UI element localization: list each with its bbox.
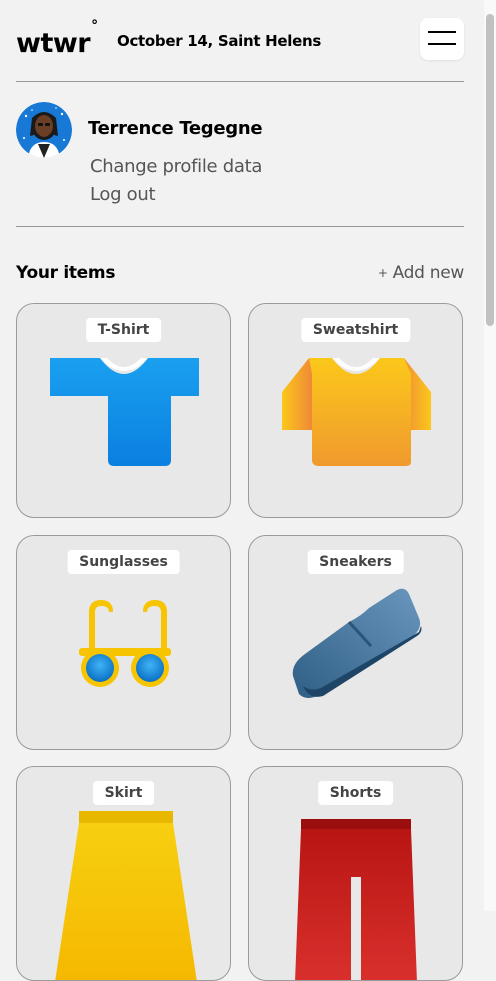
logo-mark: ° (91, 18, 98, 34)
profile-divider (16, 226, 464, 227)
item-card-label: Shorts (317, 781, 394, 805)
item-card-label: T-Shirt (85, 318, 162, 342)
scrollbar-thumb[interactable] (486, 14, 494, 326)
item-card-sneakers[interactable]: Sneakers (248, 535, 463, 750)
change-profile-link[interactable]: Change profile data (90, 156, 262, 177)
header-divider (16, 81, 464, 82)
add-new-label: Add new (392, 263, 465, 283)
logout-link[interactable]: Log out (90, 184, 156, 205)
app-logo: wtwr° (16, 18, 98, 59)
item-card-tshirt[interactable]: T-Shirt (16, 303, 231, 518)
logo-text: wtwr (16, 28, 91, 59)
item-card-skirt[interactable]: Skirt (16, 766, 231, 981)
items-section-title: Your items (16, 263, 116, 283)
item-card-sweatshirt[interactable]: Sweatshirt (248, 303, 463, 518)
menu-button[interactable] (420, 18, 464, 60)
hamburger-menu-icon-line (428, 31, 456, 33)
plus-icon: + (377, 266, 388, 280)
avatar (16, 102, 72, 158)
hamburger-menu-icon-line (428, 43, 456, 45)
add-new-button[interactable]: + Add new (378, 263, 464, 283)
item-card-label: Skirt (92, 781, 155, 805)
item-card-shorts[interactable]: Shorts (248, 766, 463, 981)
user-name: Terrence Tegegne (88, 118, 263, 139)
item-card-label: Sweatshirt (300, 318, 411, 342)
item-card-label: Sneakers (307, 550, 404, 574)
avatar-image (16, 102, 72, 158)
item-card-sunglasses[interactable]: Sunglasses (16, 535, 231, 750)
item-card-label: Sunglasses (67, 550, 180, 574)
date-location: October 14, Saint Helens (117, 32, 322, 50)
